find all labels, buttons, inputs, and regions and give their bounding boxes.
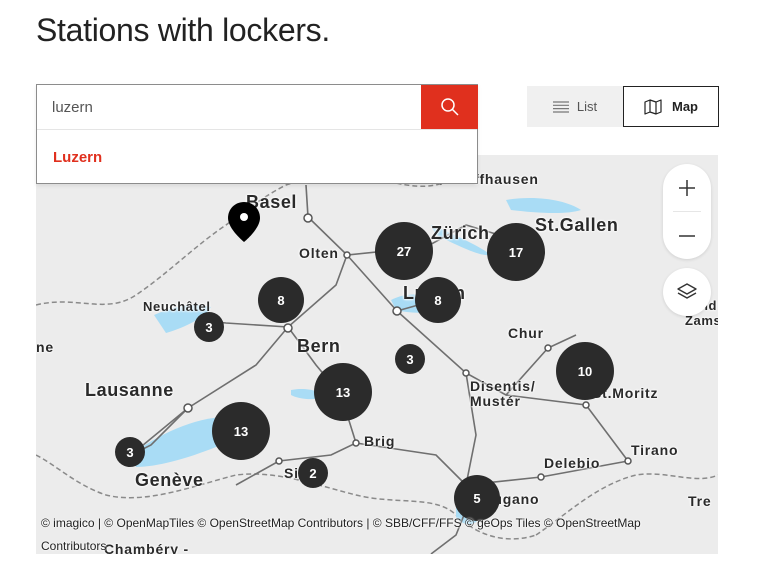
- layers-icon: [677, 283, 697, 299]
- map-label-muster: Mustér: [470, 393, 521, 409]
- map-label-tirano: Tirano: [631, 442, 679, 458]
- map-label-brig: Brig: [364, 433, 396, 449]
- cluster-marker[interactable]: 3: [194, 312, 224, 342]
- cluster-marker[interactable]: 13: [314, 363, 372, 421]
- map-view-label: Map: [672, 99, 698, 114]
- map-label-delebio: Delebio: [544, 455, 601, 471]
- attribution-line: Contributors: [41, 539, 107, 553]
- map-label-neuchatel: Neuchâtel: [143, 299, 211, 314]
- cluster-marker[interactable]: 8: [258, 277, 304, 323]
- map-label-disentis: Disentis/: [470, 378, 536, 394]
- cluster-marker[interactable]: 27: [375, 222, 433, 280]
- map-view-button[interactable]: Map: [623, 86, 719, 127]
- cluster-marker[interactable]: 8: [415, 277, 461, 323]
- list-view-label: List: [576, 99, 598, 114]
- cluster-marker[interactable]: 2: [298, 458, 328, 488]
- list-icon: [552, 100, 569, 113]
- search-box: Luzern: [36, 84, 478, 184]
- minus-icon: [679, 234, 695, 237]
- map-label-zurich: Zürich: [431, 223, 490, 243]
- zoom-control: [663, 164, 711, 259]
- search-input[interactable]: [37, 85, 421, 129]
- list-view-button[interactable]: List: [527, 86, 623, 127]
- map-label-edge-east: Tre: [688, 493, 712, 509]
- map-attribution: © imagico | © OpenMapTiles © OpenStreetM…: [41, 512, 671, 554]
- layers-button[interactable]: [663, 268, 711, 316]
- cluster-marker[interactable]: 3: [115, 437, 145, 467]
- search-suggestion[interactable]: Luzern: [53, 149, 102, 166]
- zoom-out-button[interactable]: [663, 212, 711, 259]
- map-label-edge-west: ne: [36, 339, 54, 355]
- map-label-chur: Chur: [508, 325, 544, 341]
- map-label-schaffhausen: ffhausen: [474, 171, 539, 187]
- map-label-zams: Zams: [685, 313, 718, 328]
- map-label-geneve: Genève: [135, 470, 204, 490]
- cluster-marker[interactable]: 13: [212, 402, 270, 460]
- cluster-marker[interactable]: 3: [395, 344, 425, 374]
- location-pin-icon[interactable]: [227, 200, 261, 244]
- search-button[interactable]: [421, 85, 478, 129]
- map-icon: [644, 98, 662, 115]
- map-label-st-gallen: St.Gallen: [535, 215, 619, 235]
- cluster-marker[interactable]: 17: [487, 223, 545, 281]
- cluster-marker[interactable]: 10: [556, 342, 614, 400]
- page-title: Stations with lockers.: [36, 12, 330, 48]
- plus-icon: [679, 179, 695, 196]
- map-view[interactable]: ffhausen Basel Zürich St.Gallen Olten Lu…: [36, 155, 718, 554]
- attribution-line: © imagico | © OpenMapTiles © OpenStreetM…: [41, 516, 641, 530]
- map-label-lausanne: Lausanne: [85, 380, 174, 400]
- search-icon: [440, 98, 459, 116]
- zoom-in-button[interactable]: [663, 164, 711, 211]
- view-toggle: List Map: [527, 86, 719, 127]
- map-label-bern: Bern: [297, 336, 341, 356]
- map-label-olten: Olten: [299, 245, 339, 261]
